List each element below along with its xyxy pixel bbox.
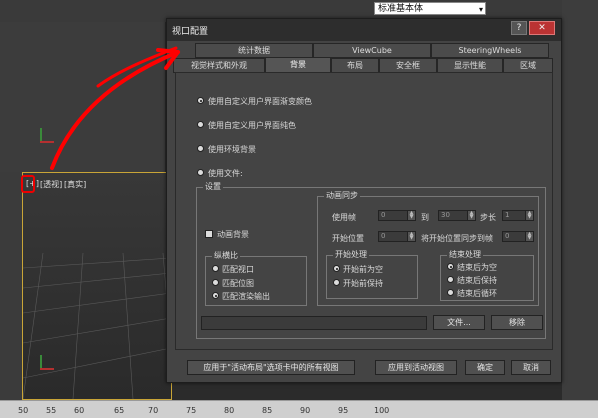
annotation-arrow xyxy=(50,46,180,170)
